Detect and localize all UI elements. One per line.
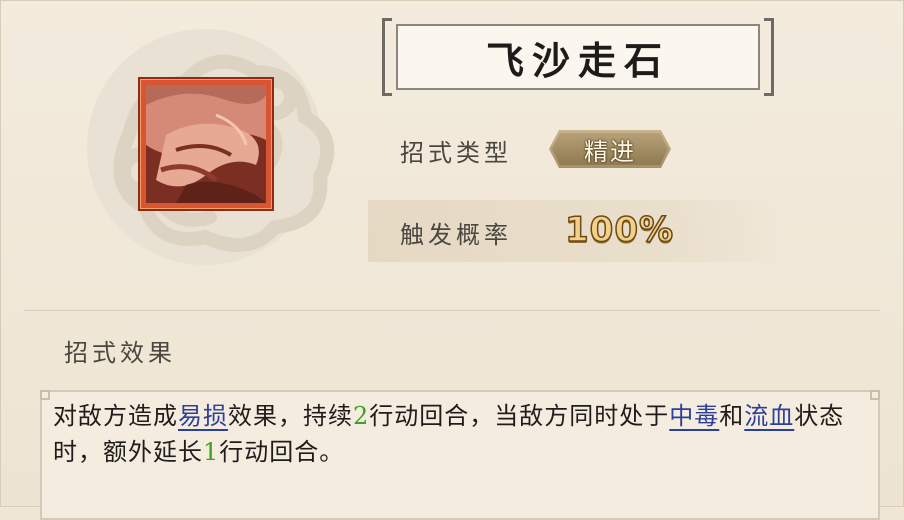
skill-type-value: 精进 <box>584 137 636 166</box>
effect-text-segment: 对敌方造成 <box>53 402 178 430</box>
title-bracket-left <box>382 18 392 96</box>
extend-number: 1 <box>203 438 220 466</box>
section-divider <box>24 310 880 311</box>
keyword-vulnerable-link[interactable]: 易损 <box>178 402 228 430</box>
trigger-rate-value: 100% <box>564 209 675 251</box>
trigger-rate-label: 触发概率 <box>400 221 512 249</box>
effect-heading: 招式效果 <box>64 339 176 367</box>
skill-type-label: 招式类型 <box>400 139 512 167</box>
keyword-bleed-link[interactable]: 流血 <box>744 402 794 430</box>
effect-description: 对敌方造成易损效果，持续2行动回合，当敌方同时处于中毒和流血状态时，额外延长1行… <box>53 398 853 470</box>
skill-icon-frame <box>138 77 274 211</box>
duration-number: 2 <box>353 402 370 430</box>
flying-sand-skill-icon <box>146 85 266 203</box>
skill-detail-panel: 飞沙走石 招式类型 精进 触发概率 100% 招式效果 对敌方造成易损效果，持续… <box>0 0 904 520</box>
effect-text-segment: 和 <box>719 402 745 430</box>
skill-type-badge: 精进 <box>549 130 671 168</box>
skill-title-plate: 飞沙走石 <box>382 18 774 96</box>
effect-text-segment: 效果，持续 <box>228 402 353 430</box>
skill-name: 飞沙走石 <box>485 37 670 83</box>
effect-text-segment: 行动回合，当敌方同时处于 <box>369 402 670 430</box>
title-bracket-right <box>764 18 774 96</box>
effect-text-segment: 行动回合。 <box>219 438 345 466</box>
keyword-poison-link[interactable]: 中毒 <box>669 402 719 430</box>
skill-title-box: 飞沙走石 <box>396 24 760 90</box>
